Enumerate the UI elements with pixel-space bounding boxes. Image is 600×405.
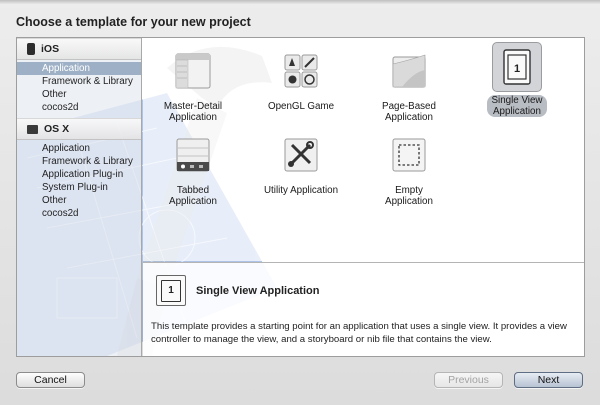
next-button[interactable]: Next bbox=[514, 372, 583, 388]
master-detail-icon bbox=[175, 53, 211, 89]
page-based-icon bbox=[392, 54, 426, 88]
template-single-view[interactable]: 1 Single View Application bbox=[475, 42, 559, 117]
opengl-game-icon bbox=[284, 54, 318, 88]
tabbed-icon bbox=[176, 138, 210, 172]
template-label: Empty Application bbox=[385, 185, 433, 207]
template-utility[interactable]: Utility Application bbox=[259, 130, 343, 196]
template-label: Page-Based Application bbox=[382, 101, 436, 123]
window-top-edge bbox=[0, 0, 600, 4]
template-page-based[interactable]: Page-Based Application bbox=[367, 46, 451, 123]
sidebar-group-label: iOS bbox=[41, 43, 60, 55]
template-label: OpenGL Game bbox=[267, 101, 335, 112]
template-opengl-game[interactable]: OpenGL Game bbox=[259, 46, 343, 112]
sidebar-group-osx[interactable]: OS X bbox=[17, 118, 141, 140]
template-empty-application[interactable]: Empty Application bbox=[367, 130, 451, 207]
sidebar-item-osx-application[interactable]: Application bbox=[17, 142, 141, 155]
template-label: Master-Detail Application bbox=[163, 101, 223, 123]
sidebar-item-osx-cocos2d[interactable]: cocos2d bbox=[17, 207, 141, 220]
template-label: Single View Application bbox=[487, 95, 547, 117]
template-master-detail[interactable]: Master-Detail Application bbox=[151, 46, 235, 123]
sidebar-item-osx-other[interactable]: Other bbox=[17, 194, 141, 207]
template-grid: Master-Detail Application OpenGL Game Pa… bbox=[143, 38, 584, 261]
template-label: Utility Application bbox=[263, 185, 339, 196]
selected-template-title: Single View Application bbox=[196, 285, 320, 297]
cancel-button[interactable]: Cancel bbox=[16, 372, 85, 388]
sidebar-group-label: OS X bbox=[44, 123, 70, 135]
platform-sidebar: iOS Application Framework & Library Othe… bbox=[17, 38, 142, 356]
new-project-dialog: Choose a template for your new project i… bbox=[0, 0, 600, 405]
template-chooser-panel: iOS Application Framework & Library Othe… bbox=[16, 37, 585, 357]
mac-icon bbox=[27, 124, 38, 134]
previous-button[interactable]: Previous bbox=[434, 372, 503, 388]
svg-text:1: 1 bbox=[514, 63, 520, 75]
osx-template-categories: Application Framework & Library Applicat… bbox=[17, 140, 141, 224]
sidebar-group-ios[interactable]: iOS bbox=[17, 38, 141, 60]
ios-template-categories: Application Framework & Library Other co… bbox=[17, 60, 141, 118]
empty-app-icon bbox=[392, 138, 426, 172]
template-tabbed[interactable]: Tabbed Application bbox=[151, 130, 235, 207]
sidebar-item-ios-framework-library[interactable]: Framework & Library bbox=[17, 75, 141, 88]
iphone-icon bbox=[27, 43, 35, 55]
dialog-heading: Choose a template for your new project bbox=[16, 15, 251, 29]
template-description-pane: 1 Single View Application This template … bbox=[143, 262, 584, 356]
sidebar-item-osx-framework-library[interactable]: Framework & Library bbox=[17, 155, 141, 168]
single-view-icon: 1 bbox=[503, 49, 531, 85]
sidebar-item-osx-system-plugin[interactable]: System Plug-in bbox=[17, 181, 141, 194]
utility-icon bbox=[284, 138, 318, 172]
single-view-icon: 1 bbox=[156, 275, 186, 306]
sidebar-item-ios-application[interactable]: Application bbox=[17, 62, 141, 75]
sidebar-item-ios-cocos2d[interactable]: cocos2d bbox=[17, 101, 141, 114]
sidebar-item-osx-application-plugin[interactable]: Application Plug-in bbox=[17, 168, 141, 181]
template-label: Tabbed Application bbox=[169, 185, 217, 207]
sidebar-item-ios-other[interactable]: Other bbox=[17, 88, 141, 101]
icon-glyph: 1 bbox=[161, 279, 181, 302]
selected-template-description: This template provides a starting point … bbox=[151, 321, 567, 345]
